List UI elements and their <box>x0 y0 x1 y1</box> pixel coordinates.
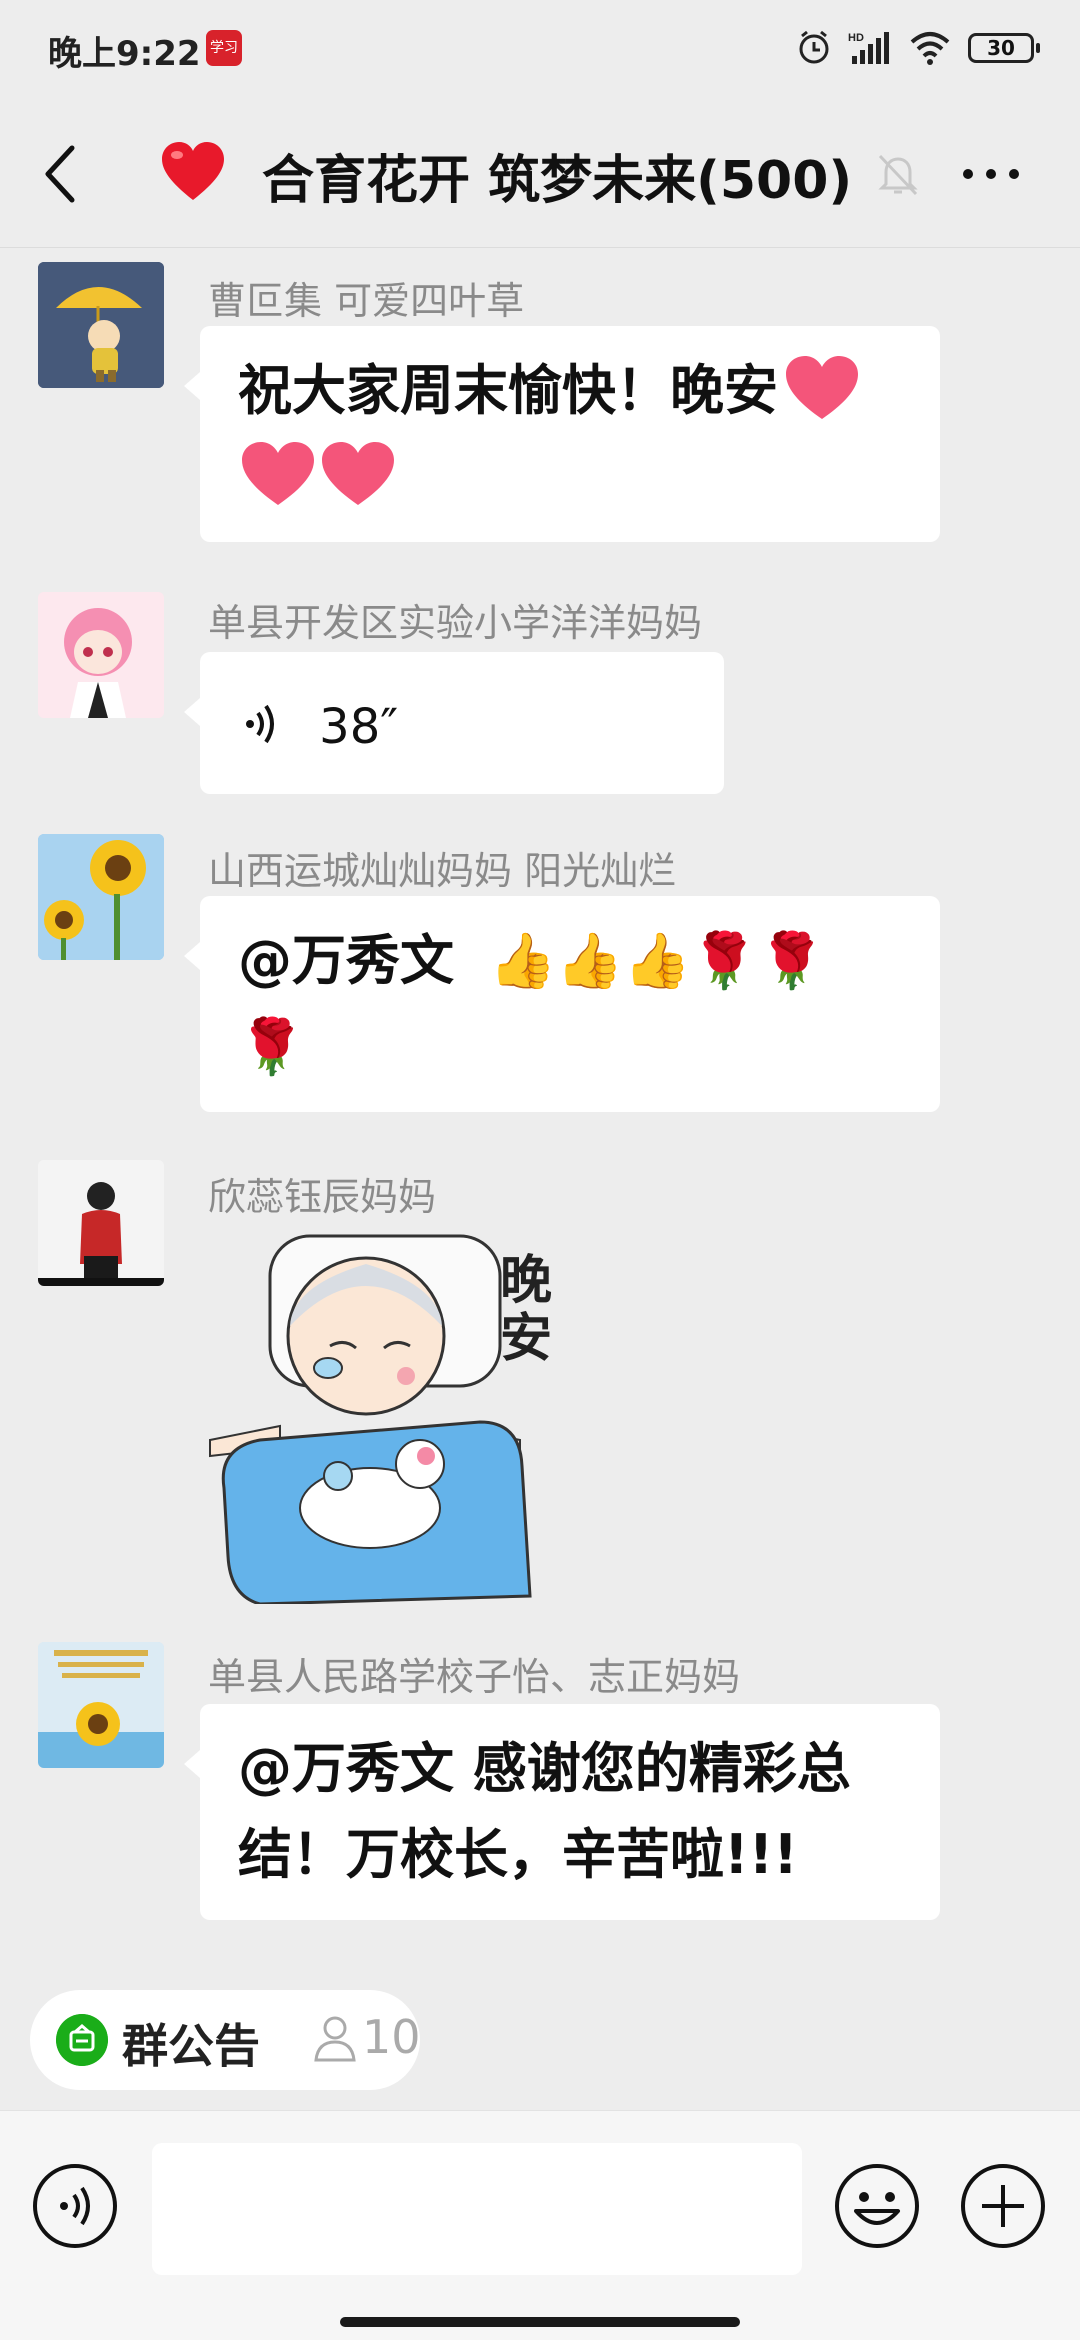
goodnight-sticker[interactable]: 晚 安 <box>200 1226 580 1604</box>
message-input[interactable] <box>152 2143 802 2275</box>
rose-emoji-icon: 🌹🌹 <box>690 929 826 992</box>
message-text: @万秀文 <box>238 929 454 992</box>
sender-name: 山西运城灿灿妈妈 阳光灿烂 <box>208 849 677 893</box>
heart-emoji-icon <box>242 442 314 505</box>
plus-icon[interactable] <box>960 2163 1046 2249</box>
more-options-icon[interactable] <box>956 150 1026 198</box>
voice-wave-icon <box>246 704 274 744</box>
sticker-text-2: 安 <box>500 1309 552 1369</box>
thumbs-up-emoji-icon: 👍👍👍 <box>489 929 691 992</box>
sender-name: 单县开发区实验小学洋洋妈妈 <box>208 601 703 645</box>
sender-name: 单县人民路学校子怡、志正妈妈 <box>208 1655 741 1699</box>
person-icon <box>314 2016 356 2062</box>
input-toolbar <box>0 2110 1080 2340</box>
status-time: 晚上9:22 <box>48 34 201 74</box>
message-text: 祝大家周末愉快！晚安 <box>238 359 778 422</box>
avatar[interactable] <box>38 1642 164 1768</box>
avatar-anime-girl <box>38 592 164 718</box>
battery-indicator: 30 <box>968 33 1040 63</box>
message-bubble[interactable]: 祝大家周末愉快！晚安 <box>184 326 940 542</box>
emoji-icon[interactable] <box>834 2163 920 2249</box>
notice-icon <box>56 2014 108 2066</box>
signal-icon: HD <box>848 32 889 64</box>
sender-name: 欣蕊钰辰妈妈 <box>208 1175 437 1219</box>
bell-off-icon <box>878 154 918 196</box>
avatar-sunflower <box>38 834 164 960</box>
message-bubble[interactable]: @万秀文 👍👍👍🌹🌹 🌹 <box>184 896 940 1112</box>
heart-icon <box>162 142 224 200</box>
back-chevron-icon[interactable] <box>38 142 88 206</box>
app-notification-badge: 学习 <box>206 30 242 66</box>
wifi-icon <box>910 32 950 65</box>
group-notice-count: 10 <box>362 2010 421 2064</box>
voice-message-bubble[interactable]: 38″ <box>184 652 724 794</box>
home-indicator[interactable] <box>340 2317 740 2327</box>
message-text-line2: 结！万校长，辛苦啦!!! <box>238 1823 798 1886</box>
svg-text:HD: HD <box>848 32 864 44</box>
sticker-text-1: 晚 <box>500 1251 552 1311</box>
avatar-person-red <box>38 1160 164 1286</box>
message-text: @万秀文 感谢您的精彩总 <box>238 1737 851 1800</box>
avatar-sunflower-sea <box>38 1642 164 1768</box>
avatar-cartoon-umbrella <box>38 262 164 388</box>
avatar[interactable] <box>38 262 164 388</box>
heart-emoji-icon <box>786 356 858 419</box>
status-bar: 晚上9:22 学习 HD 30 <box>0 0 1080 100</box>
message-bubble[interactable]: @万秀文 感谢您的精彩总 结！万校长，辛苦啦!!! <box>184 1704 940 1920</box>
sender-name: 曹叵集 可爱四叶草 <box>208 279 525 323</box>
voice-input-icon[interactable] <box>32 2163 118 2249</box>
alarm-icon <box>799 30 829 64</box>
status-icons: HD 30 <box>796 28 1040 68</box>
chat-title[interactable]: 合育花开 筑梦未来(500) <box>262 138 852 213</box>
heart-emoji-icon <box>322 442 394 505</box>
avatar[interactable] <box>38 1160 164 1286</box>
rose-emoji-icon: 🌹 <box>238 1015 306 1078</box>
avatar[interactable] <box>38 834 164 960</box>
group-notice-button[interactable]: 群公告 10 <box>30 1990 421 2090</box>
voice-duration: 38″ <box>319 699 399 755</box>
group-notice-label: 群公告 <box>122 2019 260 2073</box>
avatar[interactable] <box>38 592 164 718</box>
chat-header: 合育花开 筑梦未来(500) <box>0 100 1080 248</box>
